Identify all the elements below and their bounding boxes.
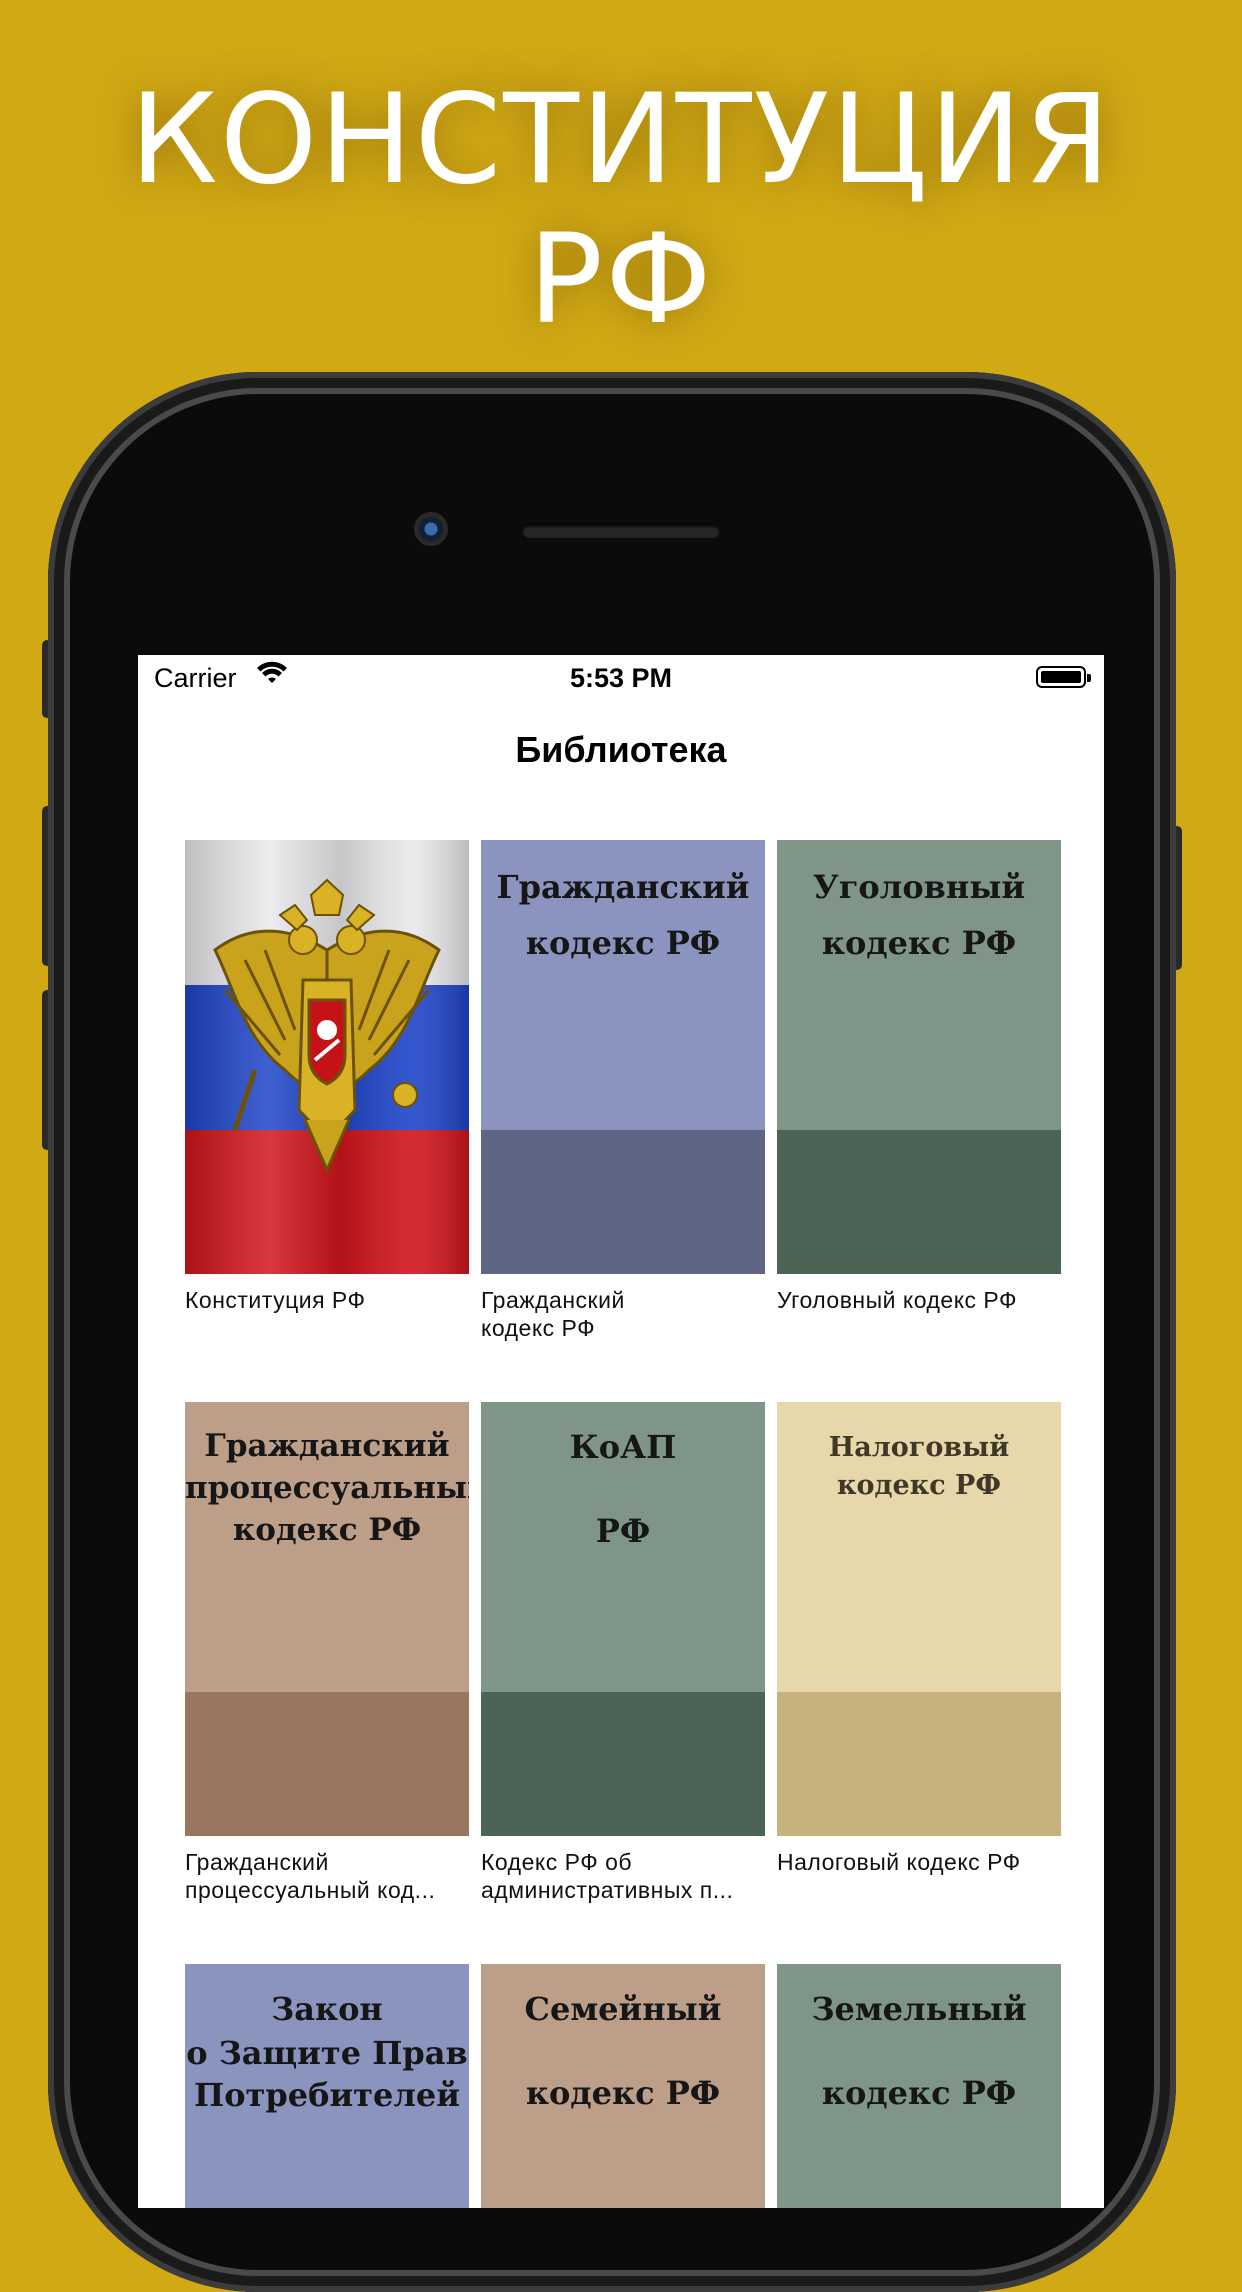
cover-title-line-1: Гражданский [496,868,750,906]
battery-icon [1036,666,1091,688]
book-caption: Гражданский кодекс РФ [481,1287,625,1341]
book-tile-criminal-code[interactable]: Уголовный кодекс РФ Уголовный кодекс РФ [777,840,1061,1314]
book-tile-civil-code[interactable]: Гражданский кодекс РФ Гражданский кодекс… [481,840,765,1342]
cover-title-line-1: Закон [271,1990,383,2028]
book-cover-consumer-rights-law[interactable]: Закон о Защите Прав Потребителей [185,1964,469,2208]
cover-title-line-1: Уголовный [812,868,1026,906]
cover-title-line-1: Семейный [524,1990,722,2028]
cover-title-line-2: о Защите Прав [186,2034,468,2072]
earpiece-speaker [522,524,720,538]
book-tile-koap[interactable]: КоАП РФ Кодекс РФ об административных п.… [481,1402,765,1904]
book-cover-koap[interactable]: КоАП РФ [481,1402,765,1836]
book-caption: Кодекс РФ об административных п... [481,1849,734,1903]
book-cover-tax-code[interactable]: Налоговый кодекс РФ [777,1402,1061,1836]
book-cover-civil-code[interactable]: Гражданский кодекс РФ [481,840,765,1274]
headline-line-1: КОНСТИТУЦИЯ [129,68,1113,212]
headline-line-2: РФ [528,208,714,352]
status-bar: Carrier 5:53 PM [138,655,1104,703]
book-tile-land-code[interactable]: Земельный кодекс РФ [777,1964,1061,2208]
book-caption: Уголовный кодекс РФ [777,1287,1018,1313]
cover-title-line-2: кодекс РФ [525,2074,721,2112]
promo-headline: КОНСТИТУЦИЯ РФ [0,70,1242,350]
cover-title-line-1: Земельный [811,1990,1027,2028]
book-tile-civil-procedure-code[interactable]: Гражданский процессуальный кодекс РФ Гра… [185,1402,469,1904]
book-cover-family-code[interactable]: Семейный кодекс РФ [481,1964,765,2208]
page-title: Библиотека [515,729,727,770]
clock: 5:53 PM [569,663,673,693]
cover-title-line-3: Потребителей [193,2076,461,2114]
book-tile-constitution[interactable]: Конституция РФ [185,840,469,1314]
cover-title-line-2: кодекс РФ [525,924,721,962]
cover-title-line-1: Гражданский [204,1428,450,1464]
book-cover-constitution[interactable] [185,840,469,1274]
cover-title-line-2: кодекс РФ [821,2074,1017,2112]
book-caption: Налоговый кодекс РФ [777,1849,1021,1875]
book-caption: Гражданский процессуальный код... [185,1849,436,1903]
book-cover-civil-procedure-code[interactable]: Гражданский процессуальный кодекс РФ [185,1402,469,1836]
book-caption: Конституция РФ [185,1287,366,1313]
book-cover-land-code[interactable]: Земельный кодекс РФ [777,1964,1061,2208]
book-tile-family-code[interactable]: Семейный кодекс РФ [481,1964,765,2208]
book-tile-tax-code[interactable]: Налоговый кодекс РФ Налоговый кодекс РФ [777,1402,1061,1876]
book-cover-criminal-code[interactable]: Уголовный кодекс РФ [777,840,1061,1274]
cover-title-line-2: РФ [595,1512,651,1550]
cover-title-line-2: процессуальный [185,1470,469,1506]
cover-title-line-1: КоАП [569,1428,677,1466]
cover-title-line-2: кодекс РФ [837,1470,1001,1501]
cover-title-line-3: кодекс РФ [232,1512,422,1548]
cover-title-line-2: кодекс РФ [821,924,1017,962]
book-tile-consumer-rights-law[interactable]: Закон о Защите Прав Потребителей [185,1964,469,2208]
app-screen: Carrier 5:53 PM Библиотека Конституция Р… [138,655,1104,2208]
cover-title-line-1: Налоговый [828,1432,1010,1463]
front-camera-icon [414,512,448,546]
russian-flag-coat-of-arms-icon [185,840,469,1274]
